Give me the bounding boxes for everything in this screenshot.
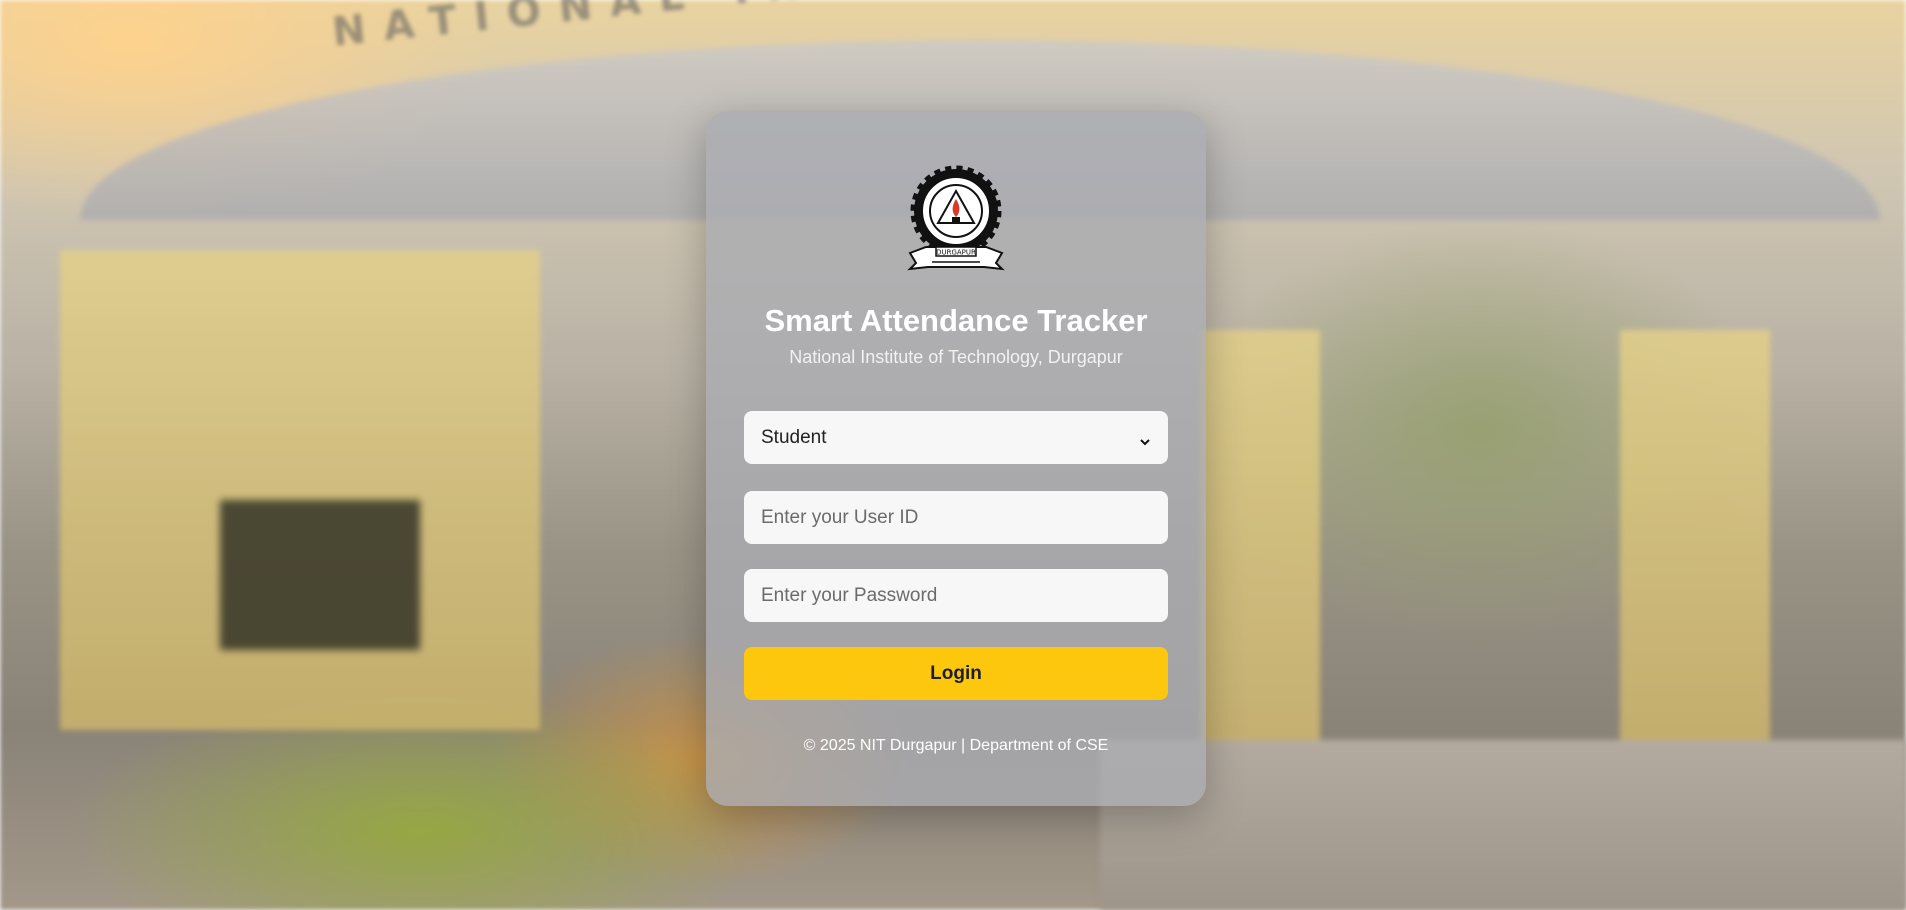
app-title: Smart Attendance Tracker	[764, 303, 1148, 338]
password-input[interactable]	[744, 569, 1168, 622]
gate-window-left	[220, 500, 420, 650]
role-select-value: Student	[761, 426, 827, 448]
login-button[interactable]: Login	[744, 647, 1168, 700]
gate-pillar-right	[1200, 330, 1320, 800]
gate-road	[1100, 740, 1906, 910]
nit-durgapur-emblem-icon: DURGAPUR	[904, 163, 1008, 273]
user-id-input[interactable]	[744, 491, 1168, 544]
gate-pillar-left	[60, 250, 540, 730]
login-page: NATIONAL INSTITUTE OF TECHNOLOGY DURGAPU…	[0, 0, 1906, 910]
footer-text: © 2025 NIT Durgapur | Department of CSE	[803, 737, 1109, 754]
institute-subtitle: National Institute of Technology, Durgap…	[789, 347, 1123, 367]
login-card: DURGAPUR Smart Attendance Tracker Nation…	[706, 111, 1206, 806]
chevron-down-icon	[1139, 432, 1151, 445]
gate-pillar-far-right	[1620, 330, 1770, 750]
role-select[interactable]: Student	[744, 411, 1168, 464]
emblem-caption: DURGAPUR	[936, 249, 976, 257]
